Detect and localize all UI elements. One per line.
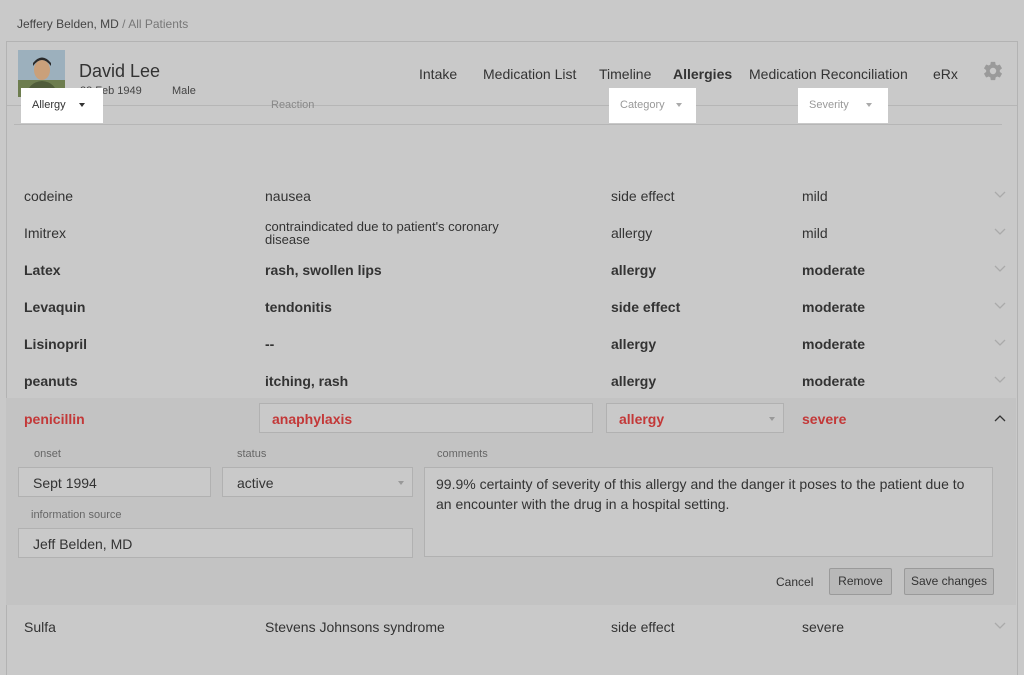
allergy-category: allergy xyxy=(611,335,657,352)
save-changes-button[interactable]: Save changes xyxy=(904,568,994,595)
caret-down-icon xyxy=(398,481,404,485)
reaction-field[interactable]: anaphylaxis xyxy=(259,403,593,433)
category-select-value: allergy xyxy=(619,411,665,427)
column-header-row: Allergy Reaction Category Severity xyxy=(14,88,1002,125)
comments-value: 99.9% certainty of severity of this alle… xyxy=(436,476,965,512)
allergy-name: Levaquin xyxy=(24,298,86,315)
gear-icon[interactable] xyxy=(982,60,1004,82)
chevron-down-icon[interactable] xyxy=(994,228,1006,236)
allergy-row[interactable]: peanuts itching, rash allergy moderate xyxy=(6,362,1016,399)
status-select[interactable]: active xyxy=(222,467,413,497)
allergy-detail-panel: onset Sept 1994 status active informatio… xyxy=(6,439,1016,605)
caret-down-icon xyxy=(866,103,872,107)
allergy-row[interactable]: Imitrex contraindicated due to patient's… xyxy=(6,214,1016,251)
allergy-reaction: -- xyxy=(265,335,275,352)
allergy-category: allergy xyxy=(611,224,653,241)
allergy-row[interactable]: Lisinopril -- allergy moderate xyxy=(6,325,1016,362)
caret-down-icon xyxy=(79,103,85,107)
allergy-name: peanuts xyxy=(24,372,78,389)
allergy-reaction: Stevens Johnsons syndrome xyxy=(265,618,445,635)
severity-column-dropdown[interactable]: Severity xyxy=(798,88,888,123)
comments-label: comments xyxy=(437,448,488,460)
allergy-name-edit[interactable]: penicillin xyxy=(24,412,85,426)
allergy-row[interactable]: Levaquin tendonitis side effect moderate xyxy=(6,288,1016,325)
onset-label: onset xyxy=(34,448,61,460)
tab-medication-reconciliation[interactable]: Medication Reconciliation xyxy=(749,66,908,82)
allergy-name: Imitrex xyxy=(24,224,66,241)
comments-textarea[interactable]: 99.9% certainty of severity of this alle… xyxy=(424,467,993,557)
allergy-column-dropdown[interactable]: Allergy xyxy=(21,88,103,123)
caret-down-icon xyxy=(676,103,682,107)
chevron-down-icon[interactable] xyxy=(994,376,1006,384)
reaction-field-value: anaphylaxis xyxy=(272,411,353,427)
tab-intake[interactable]: Intake xyxy=(419,66,457,82)
onset-field-value: Sept 1994 xyxy=(33,475,97,491)
allergy-row[interactable]: Latex rash, swollen lips allergy moderat… xyxy=(6,251,1016,288)
allergy-name: Latex xyxy=(24,261,61,278)
patient-name: David Lee xyxy=(79,61,161,81)
onset-field[interactable]: Sept 1994 xyxy=(18,467,211,497)
allergy-name: codeine xyxy=(24,187,74,204)
allergy-reaction: itching, rash xyxy=(265,372,349,389)
allergy-row[interactable]: Sulfa Stevens Johnsons syndrome side eff… xyxy=(6,608,1016,645)
category-column-label: Category xyxy=(620,99,665,111)
tab-timeline[interactable]: Timeline xyxy=(599,66,651,82)
severity-edit[interactable]: severe xyxy=(802,412,846,426)
allergy-row-expanded[interactable]: penicillin anaphylaxis allergy severe xyxy=(6,398,1016,439)
allergy-severity: moderate xyxy=(802,298,866,315)
allergy-name: Lisinopril xyxy=(24,335,87,352)
allergy-category: allergy xyxy=(611,261,657,278)
allergy-category: side effect xyxy=(611,298,681,315)
allergy-category: side effect xyxy=(611,618,675,635)
status-select-value: active xyxy=(237,475,274,491)
allergy-column-label: Allergy xyxy=(32,99,66,111)
breadcrumb-separator: / xyxy=(122,17,126,31)
chevron-down-icon[interactable] xyxy=(994,339,1006,347)
breadcrumb: Jeffery Belden, MD / All Patients xyxy=(17,17,188,31)
allergy-reaction: tendonitis xyxy=(265,298,332,315)
allergy-row[interactable]: codeine nausea side effect mild xyxy=(6,177,1016,214)
allergy-category: allergy xyxy=(611,372,657,389)
allergy-reaction: rash, swollen lips xyxy=(265,261,382,278)
reaction-column-label: Reaction xyxy=(271,99,315,111)
allergy-severity: moderate xyxy=(802,372,866,389)
allergy-severity: severe xyxy=(802,618,845,635)
chevron-up-icon[interactable] xyxy=(994,414,1006,422)
breadcrumb-all-patients[interactable]: All Patients xyxy=(128,17,188,31)
chevron-down-icon[interactable] xyxy=(994,191,1006,199)
breadcrumb-user[interactable]: Jeffery Belden, MD xyxy=(17,17,119,31)
chevron-down-icon[interactable] xyxy=(994,265,1006,273)
category-select[interactable]: allergy xyxy=(606,403,784,433)
allergy-severity: moderate xyxy=(802,261,866,278)
tab-erx[interactable]: eRx xyxy=(933,66,958,82)
allergy-reaction: nausea xyxy=(265,187,311,204)
tab-medication-list[interactable]: Medication List xyxy=(483,66,576,82)
chevron-down-icon[interactable] xyxy=(994,302,1006,310)
remove-button[interactable]: Remove xyxy=(829,568,892,595)
allergy-severity: moderate xyxy=(802,335,866,352)
information-source-label: information source xyxy=(31,509,122,521)
allergy-severity: mild xyxy=(802,224,828,241)
category-column-dropdown[interactable]: Category xyxy=(609,88,696,123)
status-label: status xyxy=(237,448,267,460)
severity-column-label: Severity xyxy=(809,99,849,111)
cancel-button[interactable]: Cancel xyxy=(776,575,813,589)
tab-allergies[interactable]: Allergies xyxy=(673,66,732,82)
information-source-field[interactable]: Jeff Belden, MD xyxy=(18,528,413,558)
caret-down-icon xyxy=(769,417,775,421)
chevron-down-icon[interactable] xyxy=(994,622,1006,630)
information-source-value: Jeff Belden, MD xyxy=(33,536,133,552)
allergy-reaction: contraindicated due to patient's coronar… xyxy=(265,218,499,247)
allergy-severity: mild xyxy=(802,187,828,204)
allergy-name: Sulfa xyxy=(24,618,56,635)
allergy-category: side effect xyxy=(611,187,675,204)
